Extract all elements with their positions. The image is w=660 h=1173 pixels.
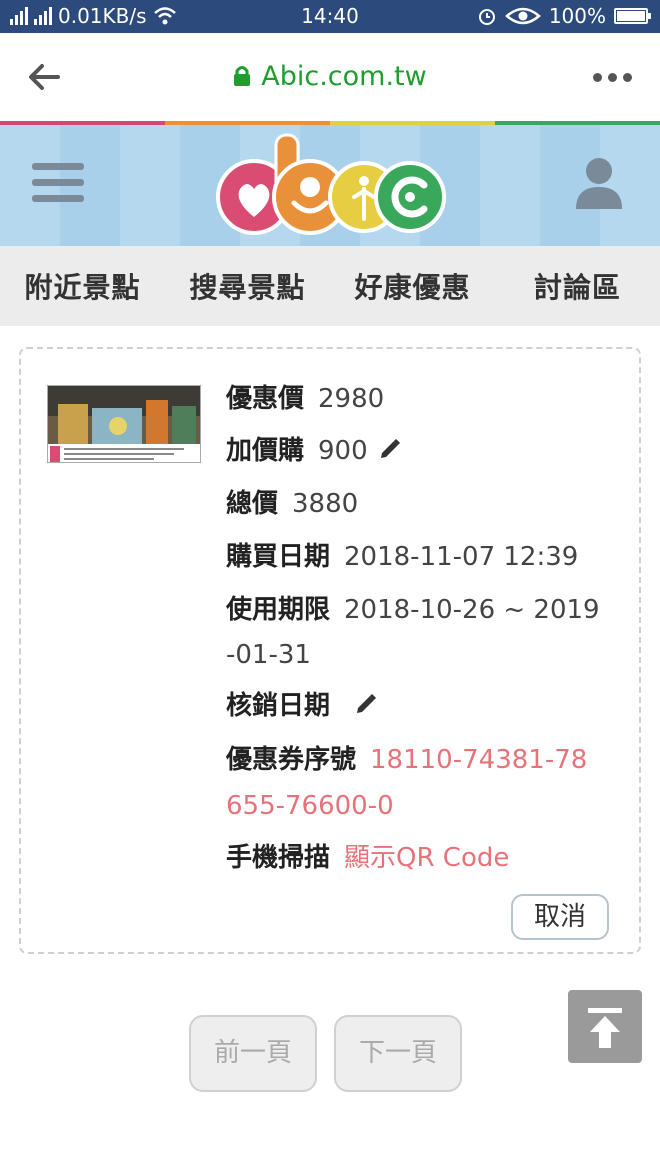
- scroll-top-icon: [588, 1008, 622, 1048]
- total-label: 總價: [226, 489, 279, 519]
- site-logo[interactable]: [214, 131, 446, 243]
- eye-icon: [504, 7, 541, 25]
- main-nav: 附近景點 搜尋景點 好康優惠 討論區: [0, 246, 660, 326]
- validity-row-continued: -01-31: [226, 639, 311, 671]
- battery-icon: [614, 8, 651, 24]
- addon-value: 900: [318, 436, 368, 466]
- validity-row: 使用期限 2018-10-26 ~ 2019: [226, 594, 600, 626]
- serial-row-continued: 655-76600-0: [226, 790, 394, 822]
- scan-label: 手機掃描: [226, 843, 331, 873]
- discount-price-label: 優惠價: [226, 384, 305, 414]
- venue-thumbnail[interactable]: [47, 385, 201, 463]
- pencil-icon[interactable]: [354, 692, 378, 716]
- validity-label: 使用期限: [226, 595, 331, 625]
- serial-value-line2: 655-76600-0: [226, 791, 394, 821]
- pencil-icon[interactable]: [378, 437, 402, 461]
- nav-item-nearby[interactable]: 附近景點: [0, 266, 165, 306]
- purchase-date-label: 購買日期: [226, 542, 331, 572]
- hamburger-icon[interactable]: [32, 163, 84, 207]
- addon-row: 加價購 900: [226, 435, 402, 467]
- url-text: Abic.com.tw: [261, 61, 427, 92]
- coupon-card: 優惠價 2980 加價購 900 總價 3880 購買日期 2018-11-07 12:…: [19, 347, 641, 954]
- scan-row: 手機掃描 顯示QR Code: [226, 842, 509, 874]
- show-qr-link[interactable]: 顯示QR Code: [344, 843, 509, 873]
- validity-value-line2: -01-31: [226, 640, 311, 670]
- user-icon[interactable]: [574, 155, 624, 211]
- nav-item-search[interactable]: 搜尋景點: [165, 266, 330, 306]
- serial-row: 優惠券序號 18110-74381-78: [226, 744, 587, 776]
- purchase-date-row: 購買日期 2018-11-07 12:39: [226, 541, 578, 573]
- addon-label: 加價購: [226, 436, 305, 466]
- browser-bar: Abic.com.tw: [0, 33, 660, 121]
- status-bar: 0.01KB/s 14:40 100%: [0, 0, 660, 33]
- next-page-button[interactable]: 下一頁: [334, 1015, 462, 1092]
- serial-value-line1: 18110-74381-78: [370, 745, 588, 775]
- nav-item-deals[interactable]: 好康優惠: [330, 266, 495, 306]
- total-row: 總價 3880: [226, 488, 358, 520]
- alarm-icon: [478, 9, 495, 25]
- redeem-date-row: 核銷日期: [226, 690, 378, 722]
- total-value: 3880: [292, 489, 359, 519]
- cancel-button[interactable]: 取消: [511, 894, 609, 940]
- redeem-date-label: 核銷日期: [226, 691, 331, 721]
- battery-percent: 100%: [548, 4, 606, 28]
- validity-value-line1: 2018-10-26 ~ 2019: [344, 595, 600, 625]
- discount-price-value: 2980: [318, 384, 385, 414]
- prev-page-button[interactable]: 前一頁: [189, 1015, 317, 1092]
- purchase-date-value: 2018-11-07 12:39: [344, 542, 579, 572]
- nav-item-forum[interactable]: 討論區: [495, 266, 660, 306]
- site-header: [0, 125, 660, 246]
- lock-icon: [234, 66, 251, 86]
- discount-price-row: 優惠價 2980: [226, 383, 384, 415]
- address-bar[interactable]: Abic.com.tw: [0, 61, 660, 92]
- scroll-top-button[interactable]: [568, 990, 642, 1063]
- more-icon[interactable]: [593, 73, 632, 82]
- serial-label: 優惠券序號: [226, 745, 357, 775]
